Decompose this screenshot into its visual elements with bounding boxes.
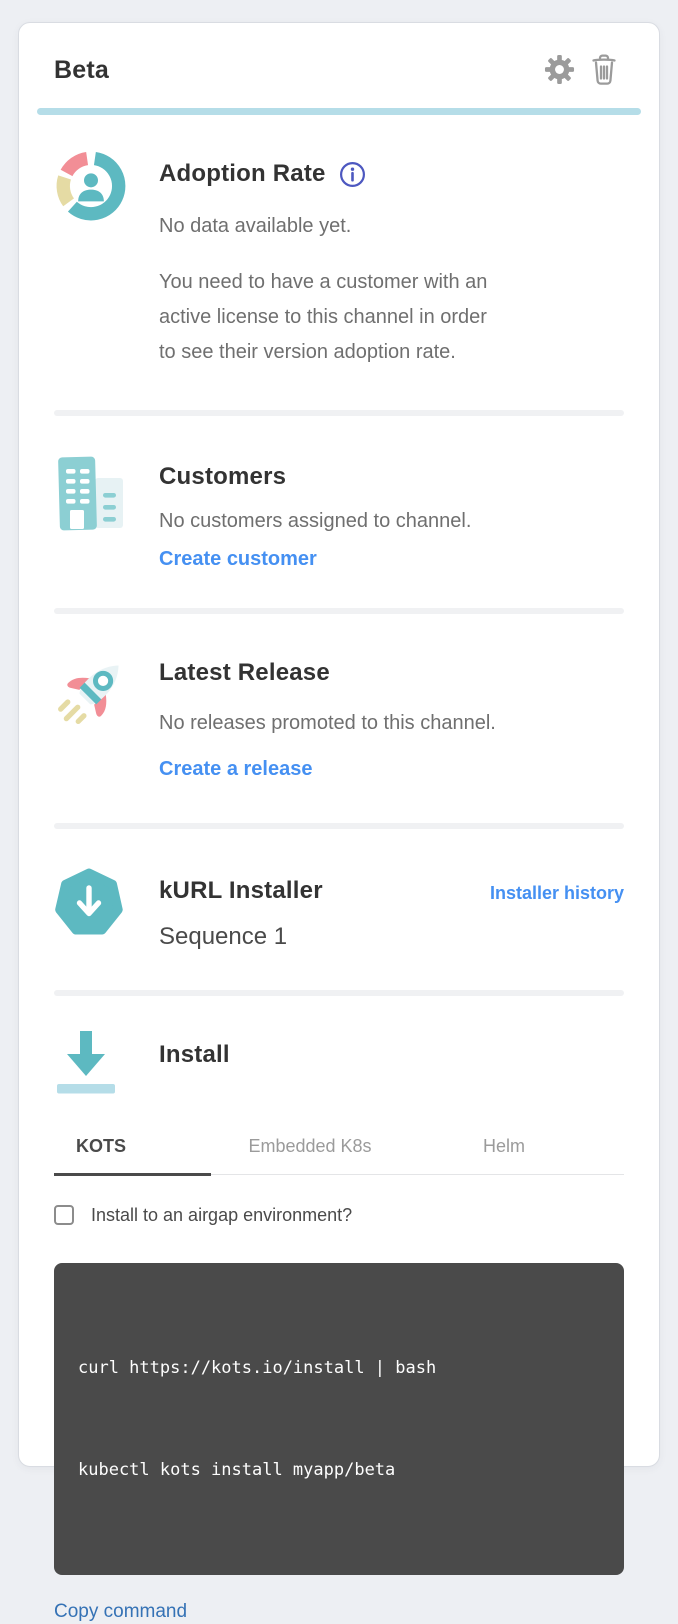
tab-embedded-k8s[interactable]: Embedded K8s bbox=[211, 1130, 409, 1174]
rocket-icon bbox=[54, 650, 130, 782]
tab-kots[interactable]: KOTS bbox=[54, 1130, 211, 1176]
customers-empty-text: No customers assigned to channel. bbox=[159, 508, 624, 534]
header-actions bbox=[544, 53, 619, 86]
kurl-heptagon-download-icon bbox=[54, 868, 130, 952]
command-line: kubectl kots install myapp/beta bbox=[78, 1453, 600, 1487]
installer-sequence: Sequence 1 bbox=[159, 922, 624, 952]
create-customer-link[interactable]: Create customer bbox=[159, 546, 317, 572]
command-line: curl https://kots.io/install | bash bbox=[78, 1351, 600, 1385]
install-command-block: curl https://kots.io/install | bash kube… bbox=[54, 1263, 624, 1575]
channel-accent-bar bbox=[37, 108, 641, 115]
customers-building-icon bbox=[54, 454, 130, 572]
customers-title: Customers bbox=[159, 462, 624, 492]
adoption-donut-icon bbox=[54, 149, 130, 370]
settings-gear-icon[interactable] bbox=[544, 54, 575, 85]
create-release-link[interactable]: Create a release bbox=[159, 756, 312, 782]
installer-history-link[interactable]: Installer history bbox=[490, 880, 624, 906]
install-section: Install bbox=[19, 996, 659, 1103]
channel-title: Beta bbox=[54, 54, 109, 86]
channel-card: Beta bbox=[18, 22, 660, 1467]
copy-command-link[interactable]: Copy command bbox=[54, 1599, 187, 1624]
adoption-empty-text: No data available yet. bbox=[159, 213, 624, 239]
install-title: Install bbox=[159, 1038, 624, 1072]
install-tabs: KOTS Embedded K8s Helm bbox=[54, 1130, 624, 1175]
delete-trash-icon[interactable] bbox=[589, 53, 619, 86]
airgap-checkbox[interactable] bbox=[54, 1205, 74, 1225]
adoption-rate-section: Adoption Rate No data available yet. You… bbox=[19, 115, 659, 410]
kurl-installer-section: kURL Installer Installer history Sequenc… bbox=[19, 829, 659, 990]
adoption-help-text: You need to have a customer with an acti… bbox=[159, 265, 624, 370]
install-download-icon bbox=[54, 1028, 130, 1103]
latest-release-title: Latest Release bbox=[159, 658, 624, 688]
card-header: Beta bbox=[19, 23, 659, 86]
release-empty-text: No releases promoted to this channel. bbox=[159, 710, 624, 736]
latest-release-section: Latest Release No releases promoted to t… bbox=[19, 614, 659, 823]
adoption-rate-title: Adoption Rate bbox=[159, 159, 624, 189]
airgap-option-row: Install to an airgap environment? bbox=[54, 1203, 624, 1227]
customers-section: Customers No customers assigned to chann… bbox=[19, 416, 659, 608]
tab-helm[interactable]: Helm bbox=[409, 1130, 599, 1174]
info-icon[interactable] bbox=[339, 161, 366, 188]
airgap-checkbox-label[interactable]: Install to an airgap environment? bbox=[91, 1203, 352, 1227]
kurl-installer-title: kURL Installer bbox=[159, 876, 323, 906]
